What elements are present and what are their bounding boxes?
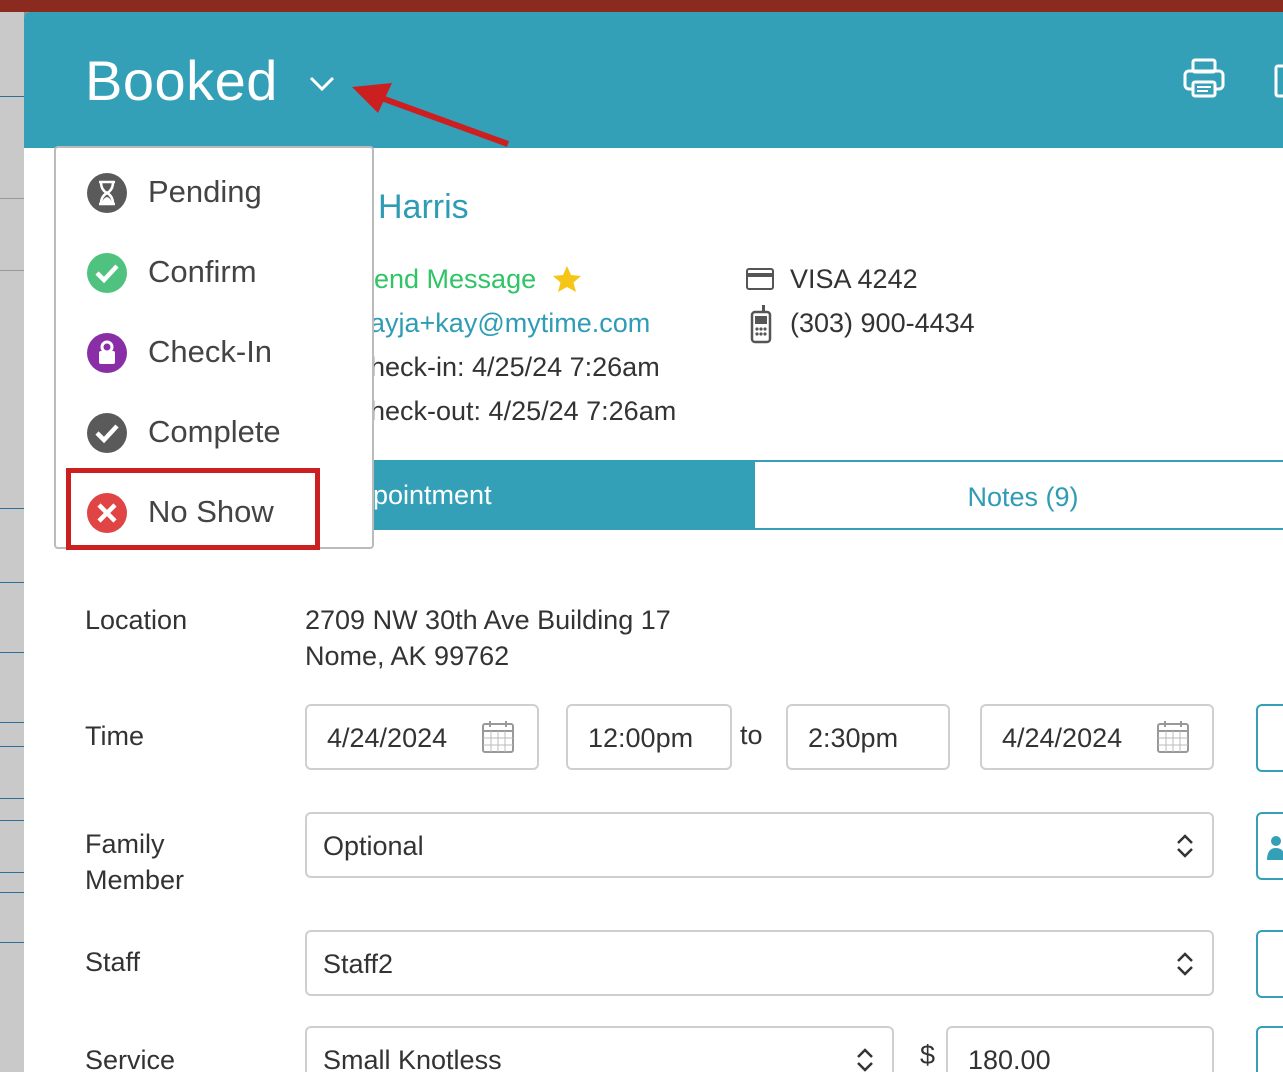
price-field[interactable]: 180.00: [946, 1026, 1214, 1072]
calendar-icon[interactable]: [481, 720, 515, 754]
end-time-value: 2:30pm: [808, 723, 899, 753]
status-option-confirm[interactable]: Confirm: [86, 248, 366, 298]
status-option-pending[interactable]: Pending: [86, 168, 366, 218]
select-arrows-icon: [857, 1048, 873, 1072]
card-on-file: VISA 4242: [790, 264, 918, 294]
hourglass-icon: [87, 173, 127, 213]
printer-icon[interactable]: [1182, 56, 1226, 100]
calendar-icon[interactable]: [1156, 720, 1190, 754]
family-label-line-2: Member: [85, 865, 185, 895]
family-label-line-1: Family: [85, 829, 165, 859]
status-option-label: No Show: [148, 494, 274, 529]
check-in-time: heck-in: 4/25/24 7:26am: [370, 352, 660, 382]
status-option-label: Confirm: [148, 254, 257, 289]
family-member-value: Optional: [323, 831, 424, 861]
family-member-select[interactable]: Optional: [305, 812, 1214, 878]
service-label: Service: [85, 1045, 176, 1072]
select-arrows-icon: [1177, 834, 1193, 858]
status-option-check-in[interactable]: Check-In: [86, 328, 366, 378]
staff-label: Staff: [85, 947, 141, 977]
status-option-complete[interactable]: Complete: [86, 408, 366, 458]
select-arrows-icon: [1177, 952, 1193, 976]
mobile-phone-icon: [750, 305, 772, 344]
add-family-member-button[interactable]: [1256, 812, 1283, 880]
credit-card-icon: [746, 268, 774, 290]
staff-select[interactable]: Staff2: [305, 930, 1214, 996]
end-date-value: 4/24/2024: [1002, 723, 1123, 753]
modal-header: Booked: [24, 12, 1283, 148]
price-value: 180.00: [968, 1045, 1051, 1072]
start-date-value: 4/24/2024: [327, 723, 448, 753]
family-member-label: Family Member: [85, 826, 184, 898]
people-icon: [1267, 836, 1283, 860]
x-circle-icon: [87, 493, 127, 533]
tab-notes[interactable]: Notes (9): [753, 460, 1283, 530]
send-message-link[interactable]: end Message: [374, 264, 536, 295]
staff-options-button[interactable]: [1256, 930, 1283, 998]
calendar-icon[interactable]: [1274, 62, 1283, 98]
customer-email[interactable]: ayja+kay@mytime.com: [370, 308, 650, 339]
star-icon[interactable]: [552, 264, 582, 294]
check-circle-icon: [87, 413, 127, 453]
check-out-time: heck-out: 4/25/24 7:26am: [370, 396, 677, 426]
time-label: Time: [85, 721, 144, 751]
start-date-field[interactable]: 4/24/2024: [305, 704, 539, 770]
location-line-1: 2709 NW 30th Ave Building 17: [305, 605, 671, 635]
status-option-label: Pending: [148, 174, 262, 209]
calendar-button[interactable]: [1256, 704, 1283, 772]
customer-phone[interactable]: (303) 900-4434: [790, 308, 975, 339]
location-value: 2709 NW 30th Ave Building 17 Nome, AK 99…: [305, 602, 671, 674]
status-option-label: Check-In: [148, 334, 273, 369]
chevron-down-icon[interactable]: [306, 67, 338, 99]
service-select[interactable]: Small Knotless: [305, 1026, 894, 1072]
status-title[interactable]: Booked: [85, 48, 278, 113]
background-page-edge: [0, 12, 24, 1072]
location-line-2: Nome, AK 99762: [305, 641, 510, 671]
start-time-field[interactable]: 12:00pm: [566, 704, 732, 770]
status-option-no-show[interactable]: No Show: [86, 488, 366, 538]
currency-symbol: $: [920, 1040, 936, 1070]
end-date-field[interactable]: 4/24/2024: [980, 704, 1214, 770]
check-circle-icon: [87, 253, 127, 293]
location-label: Location: [85, 605, 188, 635]
tab-appointment[interactable]: pointment: [351, 460, 753, 530]
service-value: Small Knotless: [323, 1045, 502, 1072]
end-time-field[interactable]: 2:30pm: [786, 704, 950, 770]
staff-value: Staff2: [323, 949, 394, 979]
customer-name[interactable]: Harris: [378, 188, 469, 227]
service-options-button[interactable]: [1256, 1026, 1283, 1072]
background-top-strip: [0, 0, 1283, 12]
to-label: to: [740, 720, 763, 750]
status-dropdown-menu: Pending Confirm Check-In Complete No Sho…: [54, 146, 374, 549]
person-lock-icon: [87, 333, 127, 373]
start-time-value: 12:00pm: [588, 723, 694, 753]
status-option-label: Complete: [148, 414, 281, 449]
